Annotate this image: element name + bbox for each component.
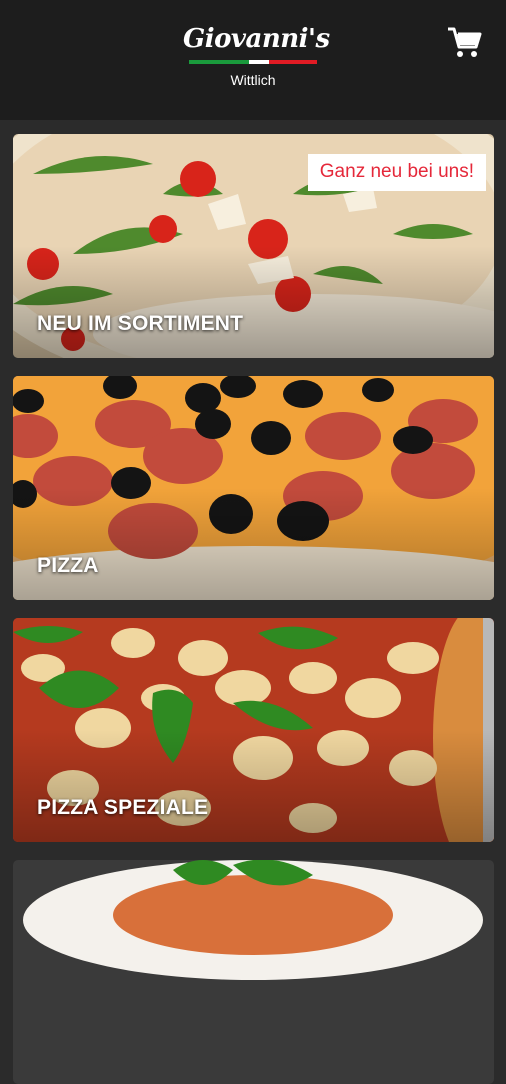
app-header: Giovanni's Wittlich xyxy=(0,0,506,120)
category-card-pizza-speziale[interactable]: PIZZA SPEZIALE xyxy=(13,618,494,842)
location-label: Wittlich xyxy=(230,72,276,88)
category-card-pasta[interactable] xyxy=(13,860,494,1084)
category-title: PIZZA xyxy=(37,554,99,577)
category-title: PIZZA SPEZIALE xyxy=(37,796,209,819)
new-badge: Ganz neu bei uns! xyxy=(307,154,486,191)
shopping-cart-icon[interactable] xyxy=(446,24,482,60)
italian-flag-stripe xyxy=(189,60,317,64)
category-card-new[interactable]: Ganz neu bei uns! NEU IM SORTIMENT xyxy=(13,134,494,358)
category-card-pizza[interactable]: PIZZA xyxy=(13,376,494,600)
restaurant-logo[interactable]: Giovanni's Wittlich xyxy=(183,22,330,92)
category-title: NEU IM SORTIMENT xyxy=(37,312,244,335)
pasta-image xyxy=(13,860,494,1084)
logo-wordmark: Giovanni's xyxy=(183,24,330,54)
